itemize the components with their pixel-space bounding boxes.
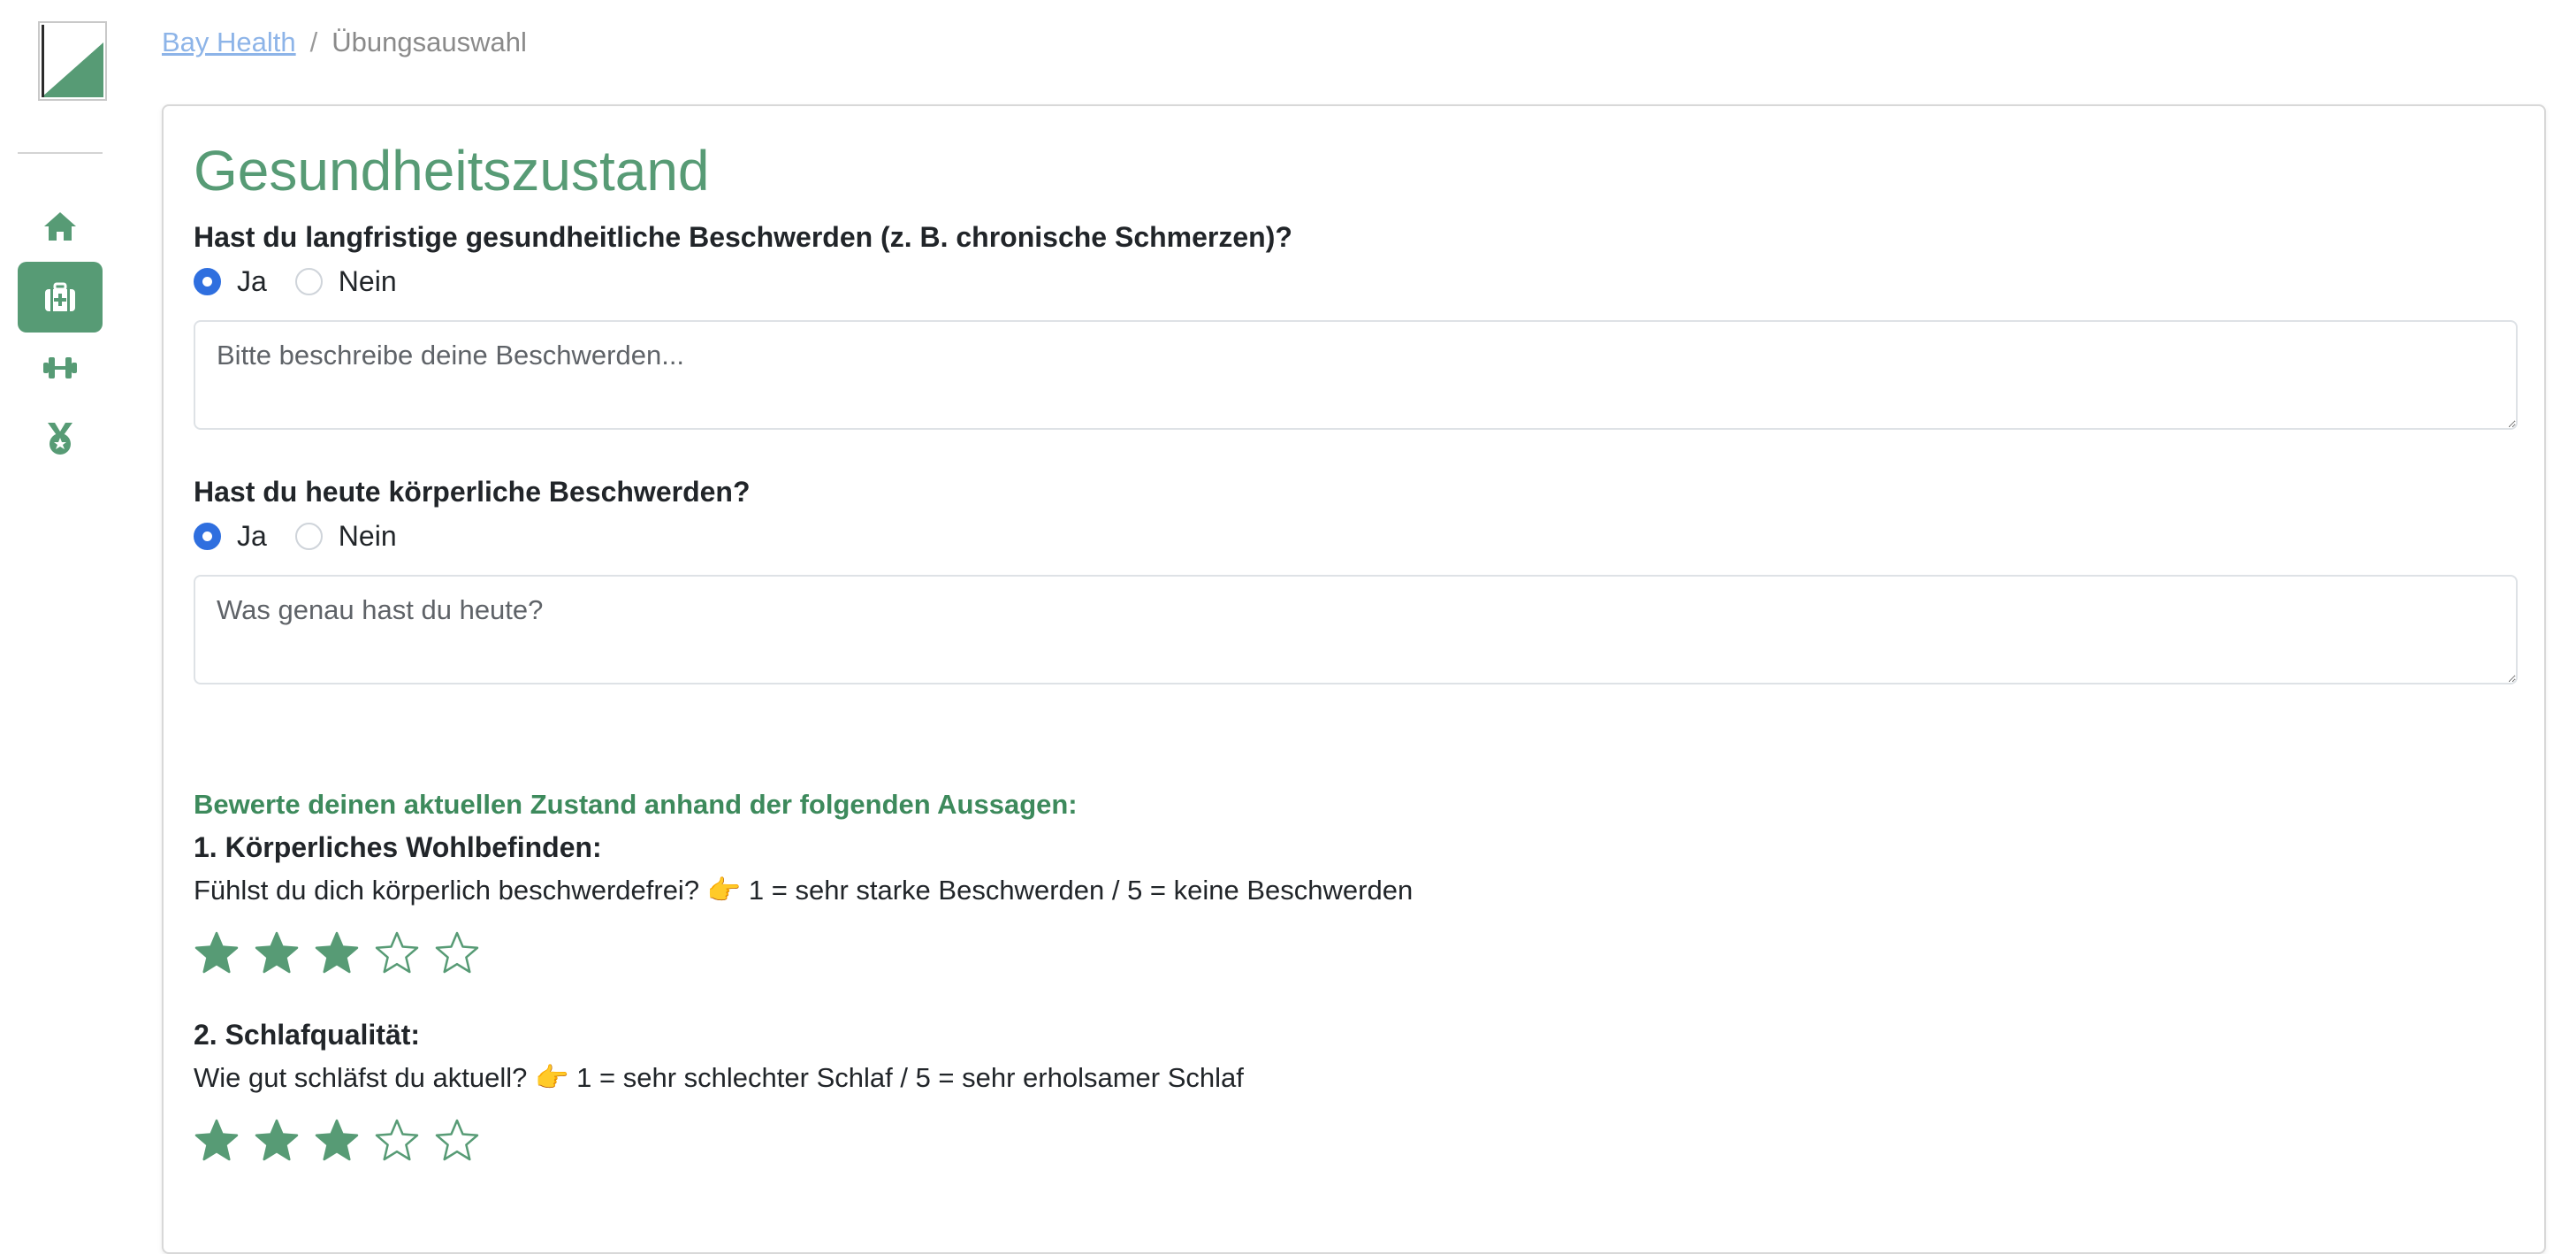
star-empty-icon[interactable] — [434, 1118, 480, 1164]
medal-icon — [44, 421, 76, 456]
rating-2-label: 2. Schlafqualität: — [194, 1019, 421, 1051]
question-chronic-label: Hast du langfristige gesundheitliche Bes… — [194, 221, 1292, 253]
today-no-radio[interactable] — [294, 523, 323, 550]
today-yes-option[interactable]: Ja — [194, 520, 267, 553]
star-filled-icon[interactable] — [254, 1118, 300, 1164]
today-yes-radio[interactable] — [194, 523, 221, 550]
star-empty-icon[interactable] — [374, 930, 420, 976]
rating-1-description: Fühlst du dich körperlich beschwerdefrei… — [194, 875, 1414, 906]
sidebar-item-achievements[interactable] — [18, 403, 103, 474]
star-filled-icon[interactable] — [254, 930, 300, 976]
question-today-label: Hast du heute körperliche Beschwerden? — [194, 476, 751, 508]
sidebar-item-exercises[interactable] — [18, 333, 103, 403]
bay-health-logo[interactable] — [38, 21, 107, 101]
question-chronic-radio-group: Ja Nein — [194, 265, 425, 298]
star-empty-icon[interactable] — [374, 1118, 420, 1164]
home-icon — [42, 210, 78, 242]
chronic-no-label: Nein — [338, 265, 397, 297]
sidebar-item-health[interactable] — [18, 262, 103, 333]
page-title: Gesundheitszustand — [194, 139, 710, 203]
chronic-yes-option[interactable]: Ja — [194, 265, 267, 298]
star-filled-icon[interactable] — [314, 930, 360, 976]
chronic-yes-radio[interactable] — [194, 268, 221, 295]
dumbbell-icon — [42, 354, 79, 382]
breadcrumb: Bay Health / Übungsauswahl — [162, 25, 527, 60]
rating-section-heading: Bewerte deinen aktuellen Zustand anhand … — [194, 789, 1078, 820]
star-filled-icon[interactable] — [314, 1118, 360, 1164]
question-today-radio-group: Ja Nein — [194, 520, 425, 553]
breadcrumb-separator: / — [309, 27, 318, 57]
today-no-option[interactable]: Nein — [294, 520, 397, 553]
star-empty-icon[interactable] — [434, 930, 480, 976]
rating-2-description: Wie gut schläfst du aktuell? 👉 1 = sehr … — [194, 1062, 1244, 1093]
chronic-description-textarea[interactable] — [194, 320, 2518, 430]
sidebar-item-home[interactable] — [18, 191, 103, 262]
sidebar-divider — [18, 152, 103, 154]
rating-1-stars — [194, 930, 494, 976]
sidebar — [0, 0, 122, 1201]
breadcrumb-home-link[interactable]: Bay Health — [162, 27, 296, 58]
star-filled-icon[interactable] — [194, 930, 240, 976]
today-yes-label: Ja — [237, 520, 267, 552]
chronic-no-option[interactable]: Nein — [294, 265, 397, 298]
star-filled-icon[interactable] — [194, 1118, 240, 1164]
rating-1-label: 1. Körperliches Wohlbefinden: — [194, 831, 602, 863]
today-no-label: Nein — [338, 520, 397, 552]
today-description-textarea[interactable] — [194, 575, 2518, 684]
chronic-yes-label: Ja — [237, 265, 267, 297]
breadcrumb-current: Übungsauswahl — [332, 27, 527, 57]
medical-kit-icon — [44, 282, 76, 312]
rating-2-stars — [194, 1118, 494, 1164]
chronic-no-radio[interactable] — [294, 268, 323, 295]
health-form-card: Gesundheitszustand Hast du langfristige … — [162, 104, 2546, 1254]
